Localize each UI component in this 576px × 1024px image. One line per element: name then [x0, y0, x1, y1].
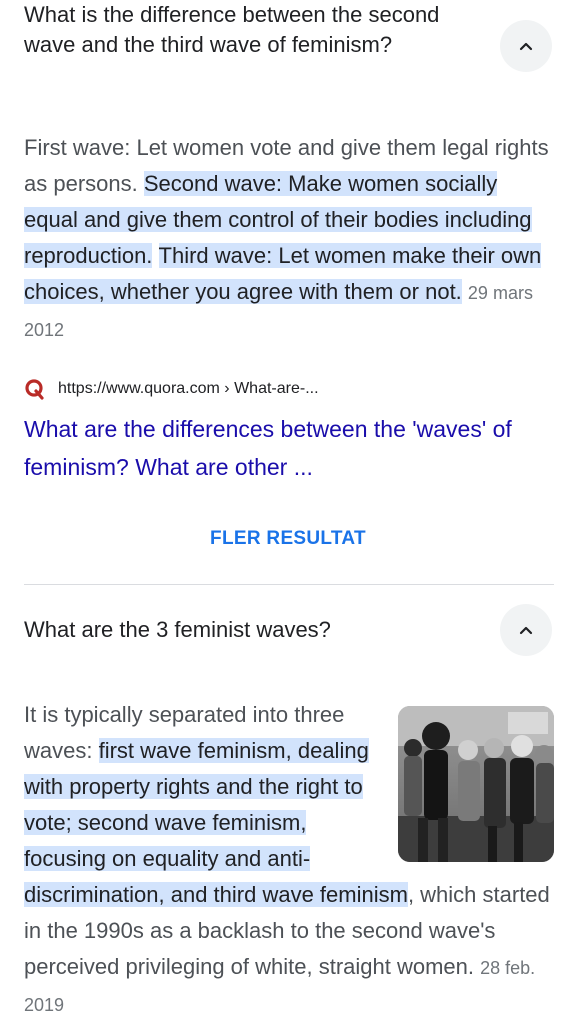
answer-highlight: first wave feminism, dealing with proper… [24, 738, 408, 907]
chevron-up-icon [519, 626, 533, 635]
question-title[interactable]: What are the 3 feminist waves? [24, 615, 494, 645]
source-url: https://www.quora.com › What-are-... [58, 380, 319, 397]
more-results-button[interactable]: FLER RESULTAT [0, 528, 576, 550]
collapse-button[interactable] [500, 20, 552, 72]
protest-march-photo[interactable] [398, 706, 554, 862]
search-results-page: What is the difference between the secon… [0, 0, 576, 1024]
divider [24, 584, 554, 585]
answer-snippet: First wave: Let women vote and give them… [24, 130, 554, 348]
quora-icon [25, 379, 44, 400]
question-title[interactable]: What is the difference between the secon… [24, 0, 494, 60]
collapse-button[interactable] [500, 604, 552, 656]
source-line[interactable]: https://www.quora.com › What-are-... [24, 376, 319, 402]
chevron-up-icon [519, 42, 533, 51]
result-title-link[interactable]: What are the differences between the 'wa… [24, 410, 554, 486]
